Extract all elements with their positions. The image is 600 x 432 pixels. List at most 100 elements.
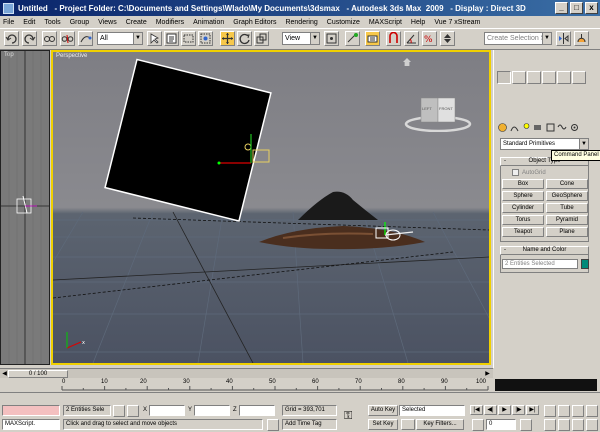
menu-tools[interactable]: Tools: [44, 19, 60, 26]
snaps-toggle-icon[interactable]: [386, 31, 401, 46]
autogrid-checkbox[interactable]: AutoGrid: [512, 169, 546, 176]
track-bar[interactable]: 0 10 20 30 40 50 60 70 80 90 100: [0, 378, 600, 393]
cylinder-button[interactable]: Cylinder: [502, 203, 544, 213]
lights-icon[interactable]: [521, 122, 532, 133]
spinner-snap-icon[interactable]: [440, 31, 455, 46]
menu-rendering[interactable]: Rendering: [285, 19, 317, 26]
time-configuration-icon[interactable]: [520, 419, 532, 431]
viewcube-left-face[interactable]: LEFT: [422, 106, 432, 111]
hierarchy-tab-icon[interactable]: [527, 71, 541, 84]
zoom-extents-icon[interactable]: [572, 405, 584, 417]
menu-maxscript[interactable]: MAXScript: [369, 19, 402, 26]
shapes-icon[interactable]: [509, 122, 520, 133]
cameras-icon[interactable]: [533, 122, 544, 133]
object-color-swatch[interactable]: [581, 259, 589, 269]
rectangular-region-icon[interactable]: [181, 31, 196, 46]
current-frame-field[interactable]: 0: [486, 419, 516, 430]
time-slider-thumb[interactable]: 0 / 100: [8, 370, 68, 378]
menu-views[interactable]: Views: [98, 19, 117, 26]
viewcube-front-face[interactable]: FRONT: [439, 106, 453, 111]
y-coordinate-field[interactable]: [194, 405, 230, 416]
auto-key-button[interactable]: Auto Key: [368, 405, 398, 416]
key-filters-button[interactable]: Key Filters...: [416, 419, 464, 430]
systems-icon[interactable]: [569, 122, 580, 133]
menu-group[interactable]: Group: [70, 19, 89, 26]
geometry-icon[interactable]: [497, 122, 508, 133]
menu-help[interactable]: Help: [411, 19, 425, 26]
close-button[interactable]: x: [585, 2, 598, 14]
helpers-icon[interactable]: [545, 122, 556, 133]
selection-filter-dropdown[interactable]: All ▼: [97, 32, 143, 45]
time-tag-icon[interactable]: [267, 419, 279, 431]
x-coordinate-field[interactable]: [149, 405, 185, 416]
set-key-button[interactable]: Set Key: [368, 419, 398, 430]
menu-create[interactable]: Create: [126, 19, 147, 26]
box-button[interactable]: Box: [502, 179, 544, 189]
motion-tab-icon[interactable]: [542, 71, 556, 84]
cone-button[interactable]: Cone: [546, 179, 588, 189]
maxscript-mini-listener[interactable]: MAXScript.: [2, 419, 60, 430]
keyboard-shortcut-override-icon[interactable]: [365, 31, 380, 46]
zoom-icon[interactable]: [544, 405, 556, 417]
next-key-icon[interactable]: |▶: [512, 405, 525, 415]
plane-button[interactable]: Plane: [546, 227, 588, 237]
menu-animation[interactable]: Animation: [193, 19, 224, 26]
menu-modifiers[interactable]: Modifiers: [156, 19, 184, 26]
select-object-icon[interactable]: [147, 31, 162, 46]
go-to-start-icon[interactable]: |◀: [470, 405, 483, 415]
menu-edit[interactable]: Edit: [23, 19, 35, 26]
select-and-scale-icon[interactable]: [254, 31, 269, 46]
sphere-button[interactable]: Sphere: [502, 191, 544, 201]
pyramid-button[interactable]: Pyramid: [546, 215, 588, 225]
next-frame-icon[interactable]: ▶: [484, 370, 491, 378]
menu-vue-xstream[interactable]: Vue 7 xStream: [434, 19, 480, 26]
angle-snap-icon[interactable]: [404, 31, 419, 46]
key-icon[interactable]: ⚿: [344, 410, 352, 423]
selection-lock-icon[interactable]: [113, 405, 125, 417]
reference-coord-dropdown[interactable]: View ▼: [282, 32, 320, 45]
tube-button[interactable]: Tube: [546, 203, 588, 213]
torus-button[interactable]: Torus: [502, 215, 544, 225]
go-to-end-icon[interactable]: ▶|: [526, 405, 539, 415]
name-color-rollout-header[interactable]: - Name and Color: [500, 246, 589, 255]
top-viewport[interactable]: Top: [0, 50, 50, 365]
maxscript-listener-mini[interactable]: [2, 405, 60, 416]
render-setup-icon[interactable]: [574, 31, 589, 46]
zoom-extents-all-icon[interactable]: [586, 405, 598, 417]
mirror-icon[interactable]: [556, 31, 571, 46]
previous-key-icon[interactable]: ◀|: [484, 405, 497, 415]
object-name-field[interactable]: 2 Entities Selected: [502, 259, 578, 269]
orbit-icon[interactable]: [572, 419, 584, 431]
named-selection-set-field[interactable]: Create Selection Set ▼: [484, 32, 552, 45]
bind-spacewarp-icon[interactable]: [78, 31, 93, 46]
pivot-center-icon[interactable]: [324, 31, 339, 46]
zoom-all-icon[interactable]: [558, 405, 570, 417]
primitive-category-dropdown[interactable]: Standard Primitives ▼: [500, 138, 589, 150]
perspective-viewport[interactable]: x Perspective LEFT FRONT: [51, 50, 491, 365]
menu-customize[interactable]: Customize: [327, 19, 360, 26]
select-and-manipulate-icon[interactable]: [345, 31, 360, 46]
viewcube[interactable]: LEFT FRONT: [403, 92, 473, 133]
previous-frame-icon[interactable]: ◀: [1, 370, 8, 378]
undo-icon[interactable]: [4, 31, 19, 46]
percent-snap-icon[interactable]: %: [422, 31, 437, 46]
time-slider[interactable]: ◀ 0 / 100 ▶: [0, 368, 493, 378]
key-mode-toggle-icon[interactable]: [472, 419, 484, 431]
field-of-view-icon[interactable]: [544, 419, 556, 431]
select-link-icon[interactable]: [42, 31, 57, 46]
unlink-icon[interactable]: [60, 31, 75, 46]
select-and-move-icon[interactable]: [220, 31, 235, 46]
maximize-viewport-icon[interactable]: [586, 419, 598, 431]
default-tangent-icon[interactable]: [401, 419, 415, 430]
teapot-button[interactable]: Teapot: [502, 227, 544, 237]
select-and-rotate-icon[interactable]: [237, 31, 252, 46]
minimize-button[interactable]: _: [555, 2, 568, 14]
menu-graph-editors[interactable]: Graph Editors: [233, 19, 276, 26]
modify-tab-icon[interactable]: [512, 71, 526, 84]
menu-file[interactable]: File: [3, 19, 14, 26]
space-warps-icon[interactable]: [557, 122, 568, 133]
pan-view-icon[interactable]: [558, 419, 570, 431]
absolute-mode-icon[interactable]: [127, 405, 139, 417]
window-crossing-icon[interactable]: [198, 31, 213, 46]
redo-icon[interactable]: [22, 31, 37, 46]
